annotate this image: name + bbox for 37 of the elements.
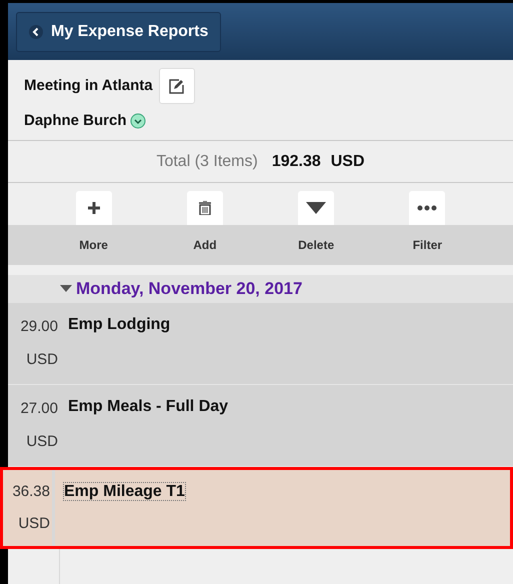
expense-amount: 27.00 [20,399,58,419]
ellipsis-icon [417,205,438,211]
toolbar-button[interactable] [186,191,223,225]
toolbar-label: Filter [412,237,444,254]
plus-icon [86,200,102,216]
toolbar-button[interactable] [76,191,112,225]
date-label: Monday, November 20, 2017 [76,278,302,300]
expense-type: Emp Meals - Full Day [68,398,228,415]
expense-currency: USD [26,350,58,370]
edit-icon [168,78,185,94]
total-label: Total (3 Items) [156,152,258,172]
chevron-down-icon[interactable] [130,113,146,130]
total-currency: USD [330,152,365,172]
expense-row[interactable]: 27.00 USD Emp Meals - Full Day [8,385,513,467]
toolbar-button[interactable] [298,191,334,225]
toolbar-label: Add [192,237,218,254]
chevron-left-icon [29,24,43,38]
trash-icon [198,201,211,215]
toolbar-label: Delete [297,237,336,254]
expense-currency: USD [26,432,58,452]
date-header[interactable]: Monday, November 20, 2017 [8,275,513,303]
owner-name: Daphne Burch [24,111,127,131]
expense-type: Emp Mileage T1 [63,482,186,501]
expense-type: Emp Lodging [68,316,170,333]
expense-amount: 36.38 [12,482,50,502]
total-amount: 192.38 [272,152,321,172]
expense-row[interactable]: 29.00 USD Emp Lodging [8,303,513,385]
filter-icon [306,202,326,214]
edit-button[interactable] [158,68,195,104]
expense-amount: 29.00 [20,317,58,337]
back-button[interactable]: My Expense Reports [16,12,222,52]
expense-row[interactable]: 36.38 USD Emp Mileage T1 [0,467,513,549]
report-title: Meeting in Atlanta [24,76,153,96]
caret-down-icon [60,285,72,293]
toolbar-button[interactable] [409,191,446,225]
expense-currency: USD [18,514,50,534]
toolbar-label: More [78,237,109,254]
